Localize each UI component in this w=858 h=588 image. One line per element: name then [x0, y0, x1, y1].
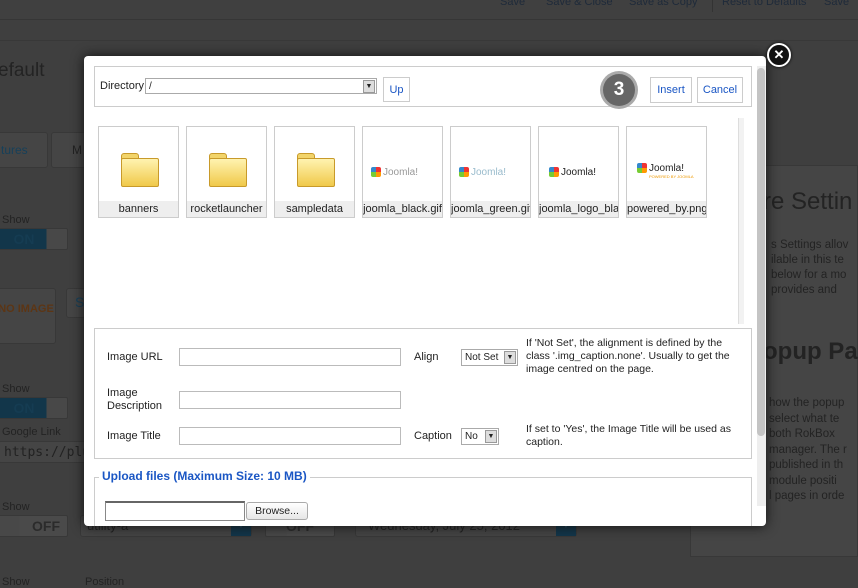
image-properties-form: Image URL Align Not Set ▼ If 'Not Set', t… — [94, 328, 752, 459]
toolbar: Save Save & Close Save as Copy Reset to … — [0, 0, 858, 20]
cancel-button[interactable]: Cancel — [697, 77, 743, 103]
file-name: joomla_logo_bla — [539, 201, 618, 217]
image-url-label: Image URL — [107, 351, 163, 363]
file-browser-scrollbar[interactable] — [738, 118, 744, 324]
popup-text: how the popup select what te both RokBox ma… — [769, 397, 847, 502]
upload-legend: Upload files (Maximum Size: 10 MB) — [99, 469, 310, 483]
close-icon[interactable]: ✕ — [767, 43, 791, 67]
position-label: Position — [85, 576, 125, 588]
folder-icon — [297, 153, 335, 187]
directory-value: / — [149, 81, 152, 92]
joomla-logo-icon: Joomla! POWERED BY JOOMLA — [637, 163, 694, 179]
select-image-button[interactable]: S — [66, 288, 86, 318]
chevron-down-icon: ▼ — [504, 351, 516, 364]
google-link-label: Google Link — [2, 426, 61, 438]
tab-features[interactable]: tures — [0, 132, 48, 168]
image-powered-by[interactable]: Joomla! POWERED BY JOOMLA powered_by.png — [626, 126, 707, 218]
folder-banners[interactable]: banners — [98, 126, 179, 218]
save-as-copy-button[interactable]: Save as Copy — [629, 0, 697, 8]
align-value: Not Set — [465, 352, 499, 363]
upload-file-input[interactable] — [105, 501, 245, 521]
image-title-input[interactable] — [179, 427, 401, 445]
file-name: rocketlauncher — [187, 201, 266, 217]
directory-label: Directory — [100, 80, 145, 92]
joomla-logo-icon: Joomla! — [371, 167, 418, 178]
image-description-label: Image Description — [107, 387, 163, 412]
directory-select[interactable]: / ▼ — [145, 78, 377, 94]
divider — [0, 40, 858, 41]
align-help: If 'Not Set', the alignment is defined b… — [526, 337, 730, 375]
image-joomla-logo-black[interactable]: Joomla! joomla_logo_bla — [538, 126, 619, 218]
browse-button[interactable]: Browse... — [246, 502, 308, 520]
file-name: sampledata — [275, 201, 354, 217]
file-name: powered_by.png — [627, 201, 706, 217]
step-badge: 3 — [600, 71, 638, 109]
folder-rocketlauncher[interactable]: rocketlauncher — [186, 126, 267, 218]
up-button[interactable]: Up — [383, 77, 410, 102]
align-label: Align — [414, 351, 439, 363]
toolbar-divider — [712, 0, 713, 12]
caption-label: Caption — [414, 430, 452, 442]
directory-bar: Directory / ▼ Up 3 Insert Cancel — [94, 66, 752, 109]
caption-help: If set to 'Yes', the Image Title will be… — [526, 423, 731, 448]
image-url-input[interactable] — [179, 348, 401, 366]
no-image-placeholder: NO IMAGE — [0, 288, 56, 344]
save-button[interactable]: Save — [500, 0, 525, 8]
show-label: Show — [2, 576, 30, 588]
save-close-button[interactable]: Save & Close — [546, 0, 613, 8]
chevron-down-icon: ▼ — [485, 430, 497, 443]
folder-icon — [121, 153, 159, 187]
file-name: banners — [99, 201, 178, 217]
image-manager-modal: Directory / ▼ Up 3 Insert Cancel banners … — [84, 56, 766, 526]
show-toggle[interactable]: OFF — [0, 515, 68, 537]
insert-button[interactable]: Insert — [650, 77, 692, 103]
image-joomla-black[interactable]: Joomla! joomla_black.gif — [362, 126, 443, 218]
save-more-button[interactable]: Save — [824, 0, 849, 8]
show-label: Show — [2, 214, 30, 226]
info-heading: re Settin — [763, 188, 853, 215]
show-toggle[interactable]: ON — [0, 228, 68, 250]
file-name: joomla_green.gif — [451, 201, 530, 217]
joomla-logo-icon: Joomla! — [459, 167, 506, 178]
show-label: Show — [2, 383, 30, 395]
file-name: joomla_black.gif — [363, 201, 442, 217]
info-text: s Settings allov ilable in this te below f… — [771, 239, 849, 296]
align-select[interactable]: Not Set ▼ — [461, 349, 518, 366]
upload-fieldset: Upload files (Maximum Size: 10 MB) Brows… — [94, 469, 752, 526]
reset-defaults-button[interactable]: Reset to Defaults — [722, 0, 806, 8]
modal-scrollbar[interactable] — [757, 66, 766, 506]
page-title: efault — [0, 60, 45, 81]
caption-value: No — [465, 431, 478, 442]
image-description-input[interactable] — [179, 391, 401, 409]
show-label: Show — [2, 501, 30, 513]
image-title-label: Image Title — [107, 430, 161, 442]
joomla-logo-icon: Joomla! — [549, 167, 596, 178]
show-toggle[interactable]: ON — [0, 397, 68, 419]
google-link-input[interactable]: https://plus. — [0, 441, 106, 463]
popup-heading: opup Pa — [763, 338, 858, 365]
image-joomla-green[interactable]: Joomla! joomla_green.gif — [450, 126, 531, 218]
folder-icon — [209, 153, 247, 187]
chevron-down-icon: ▼ — [363, 80, 375, 93]
caption-select[interactable]: No ▼ — [461, 428, 499, 445]
folder-sampledata[interactable]: sampledata — [274, 126, 355, 218]
